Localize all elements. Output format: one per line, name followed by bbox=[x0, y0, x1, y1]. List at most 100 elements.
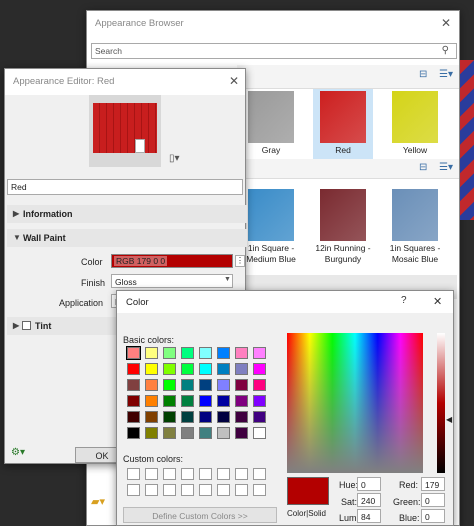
color-spectrum[interactable] bbox=[287, 333, 423, 473]
editor-close-icon[interactable]: ✕ bbox=[229, 74, 239, 88]
basic-color-swatch[interactable] bbox=[217, 395, 230, 407]
custom-color-swatch[interactable] bbox=[199, 468, 212, 480]
finish-select[interactable]: Gloss bbox=[111, 274, 233, 288]
view-toggle-icon[interactable]: ⊟ bbox=[419, 69, 427, 80]
folder-icon[interactable]: ▰▾ bbox=[91, 495, 105, 508]
basic-color-swatch[interactable] bbox=[127, 379, 140, 391]
section-information[interactable]: ▶ Information bbox=[7, 205, 247, 223]
basic-color-swatch[interactable] bbox=[127, 411, 140, 423]
basic-color-swatch[interactable] bbox=[181, 411, 194, 423]
basic-color-swatch[interactable] bbox=[145, 427, 158, 439]
lum-input[interactable]: 84 bbox=[357, 509, 381, 523]
basic-color-swatch[interactable] bbox=[181, 347, 194, 359]
basic-color-swatch[interactable] bbox=[235, 427, 248, 439]
custom-color-swatch[interactable] bbox=[127, 468, 140, 480]
appearance-thumbnail[interactable]: Yellow bbox=[385, 89, 445, 159]
section-wall-paint[interactable]: ▼ Wall Paint bbox=[7, 229, 247, 247]
color-swatch-field[interactable]: RGB 179 0 0 bbox=[111, 254, 233, 268]
sat-input[interactable]: 240 bbox=[357, 493, 381, 507]
basic-color-swatch[interactable] bbox=[217, 427, 230, 439]
browser-search-input[interactable]: Search bbox=[91, 43, 457, 59]
appearance-thumbnail[interactable]: 1in Squares - Mosaic Blue bbox=[385, 187, 445, 264]
basic-color-swatch[interactable] bbox=[253, 427, 266, 439]
basic-color-swatch[interactable] bbox=[181, 363, 194, 375]
search-icon[interactable]: ⚲ bbox=[442, 45, 449, 56]
basic-color-swatch[interactable] bbox=[163, 411, 176, 423]
basic-color-swatch[interactable] bbox=[235, 411, 248, 423]
basic-color-swatch[interactable] bbox=[199, 363, 212, 375]
basic-color-swatch[interactable] bbox=[163, 379, 176, 391]
basic-color-swatch[interactable] bbox=[127, 363, 140, 375]
define-custom-colors-button[interactable]: Define Custom Colors >> bbox=[123, 507, 277, 523]
basic-color-swatch[interactable] bbox=[145, 347, 158, 359]
basic-color-swatch[interactable] bbox=[199, 347, 212, 359]
basic-color-swatch[interactable] bbox=[217, 379, 230, 391]
color-dialog-close-icon[interactable]: ✕ bbox=[433, 295, 442, 308]
appearance-thumbnail[interactable]: 12in Running - Burgundy bbox=[313, 187, 373, 264]
basic-color-swatch[interactable] bbox=[235, 379, 248, 391]
luminance-pointer-icon[interactable]: ◀ bbox=[446, 415, 452, 424]
basic-color-swatch[interactable] bbox=[235, 347, 248, 359]
luminance-slider[interactable] bbox=[437, 333, 445, 473]
custom-color-swatch[interactable] bbox=[235, 468, 248, 480]
custom-color-swatch[interactable] bbox=[127, 484, 140, 496]
appearance-thumbnail[interactable]: 1in Square - Medium Blue bbox=[241, 187, 301, 264]
basic-color-swatch[interactable] bbox=[163, 363, 176, 375]
basic-color-swatch[interactable] bbox=[127, 427, 140, 439]
green-input[interactable]: 0 bbox=[421, 493, 445, 507]
basic-color-swatch[interactable] bbox=[199, 395, 212, 407]
basic-color-swatch[interactable] bbox=[181, 395, 194, 407]
basic-color-swatch[interactable] bbox=[199, 379, 212, 391]
basic-color-swatch[interactable] bbox=[235, 363, 248, 375]
custom-color-swatch[interactable] bbox=[253, 468, 266, 480]
color-menu-icon[interactable]: ⋮ bbox=[235, 255, 245, 267]
hue-input[interactable]: 0 bbox=[357, 477, 381, 491]
basic-color-swatch[interactable] bbox=[199, 427, 212, 439]
list-options-icon[interactable]: ☰▾ bbox=[439, 69, 453, 80]
basic-color-swatch[interactable] bbox=[145, 411, 158, 423]
custom-color-swatch[interactable] bbox=[163, 468, 176, 480]
finish-dropdown-icon[interactable]: ▼ bbox=[224, 276, 231, 283]
basic-color-swatch[interactable] bbox=[163, 427, 176, 439]
appearance-name-field[interactable]: Red bbox=[7, 179, 243, 195]
custom-color-swatch[interactable] bbox=[181, 468, 194, 480]
blue-input[interactable]: 0 bbox=[421, 509, 445, 523]
basic-color-swatch[interactable] bbox=[145, 395, 158, 407]
basic-color-swatch[interactable] bbox=[253, 379, 266, 391]
custom-color-swatch[interactable] bbox=[163, 484, 176, 496]
custom-color-swatch[interactable] bbox=[235, 484, 248, 496]
basic-color-swatch[interactable] bbox=[217, 363, 230, 375]
basic-color-swatch[interactable] bbox=[163, 347, 176, 359]
appearance-thumbnail[interactable]: Red bbox=[313, 89, 373, 159]
custom-color-swatch[interactable] bbox=[217, 468, 230, 480]
custom-color-swatch[interactable] bbox=[199, 484, 212, 496]
basic-color-swatch[interactable] bbox=[253, 347, 266, 359]
appearance-thumbnail[interactable]: Gray bbox=[241, 89, 301, 159]
basic-color-swatch[interactable] bbox=[253, 363, 266, 375]
basic-color-swatch[interactable] bbox=[126, 346, 141, 360]
basic-color-swatch[interactable] bbox=[127, 395, 140, 407]
browser-close-icon[interactable]: ✕ bbox=[441, 16, 451, 30]
basic-color-swatch[interactable] bbox=[235, 395, 248, 407]
basic-color-swatch[interactable] bbox=[181, 379, 194, 391]
tint-checkbox[interactable] bbox=[22, 321, 31, 330]
custom-color-swatch[interactable] bbox=[145, 468, 158, 480]
settings-icon[interactable]: ⚙▾ bbox=[11, 447, 25, 458]
red-input[interactable]: 179 bbox=[421, 477, 445, 491]
basic-color-swatch[interactable] bbox=[199, 411, 212, 423]
custom-color-swatch[interactable] bbox=[145, 484, 158, 496]
custom-color-swatch[interactable] bbox=[181, 484, 194, 496]
custom-color-swatch[interactable] bbox=[253, 484, 266, 496]
basic-color-swatch[interactable] bbox=[253, 395, 266, 407]
list-options-icon-2[interactable]: ☰▾ bbox=[439, 162, 453, 173]
basic-color-swatch[interactable] bbox=[253, 411, 266, 423]
basic-color-swatch[interactable] bbox=[217, 411, 230, 423]
help-button[interactable]: ? bbox=[401, 295, 407, 306]
view-toggle-icon-2[interactable]: ⊟ bbox=[419, 162, 427, 173]
basic-color-swatch[interactable] bbox=[145, 363, 158, 375]
custom-color-swatch[interactable] bbox=[217, 484, 230, 496]
basic-color-swatch[interactable] bbox=[181, 427, 194, 439]
preview-options-icon[interactable]: ▯▾ bbox=[169, 153, 180, 164]
basic-color-swatch[interactable] bbox=[163, 395, 176, 407]
basic-color-swatch[interactable] bbox=[217, 347, 230, 359]
